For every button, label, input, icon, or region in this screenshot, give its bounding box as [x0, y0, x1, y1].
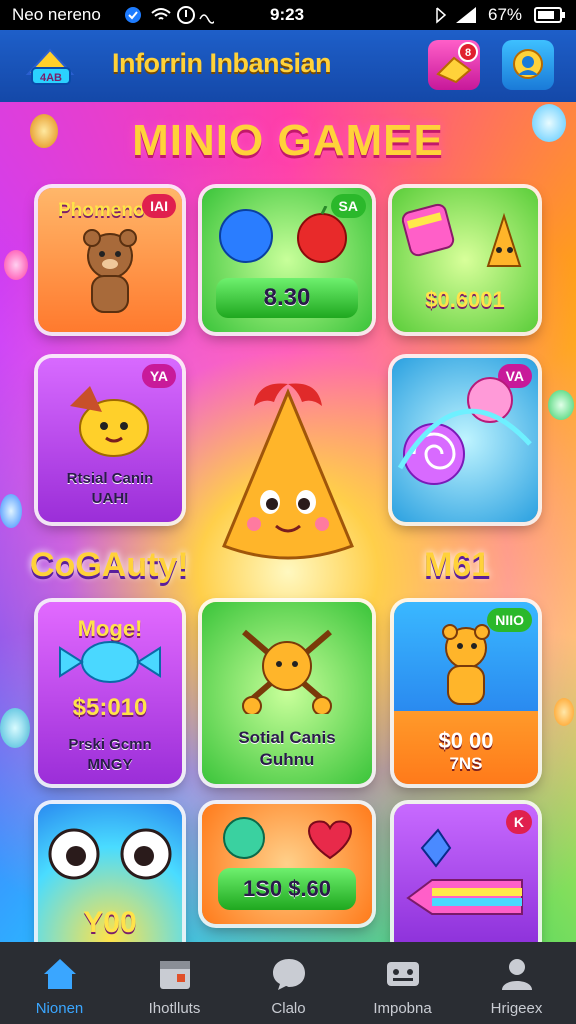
carrier-text: Neo nereno	[12, 5, 101, 24]
gem-decoration	[0, 708, 30, 748]
nav-item-chat[interactable]: Clalo	[231, 942, 346, 1024]
pudding-character-icon	[70, 386, 149, 457]
game-card[interactable]: 1S0 $.60	[202, 804, 372, 924]
card-caption: Prski Gcmn	[68, 736, 152, 753]
nav-label: Nionen	[35, 1000, 84, 1017]
battery-icon	[534, 7, 565, 23]
nav-item-games[interactable]: Impobna	[345, 942, 460, 1024]
swirl-candy-icon	[397, 377, 532, 485]
card-price: 8.30	[216, 278, 358, 318]
fruit-icon	[219, 206, 347, 263]
nav-label: Hrigeex	[490, 1000, 543, 1017]
game-card[interactable]: VA	[392, 358, 538, 522]
card-caption-secondary: Guhnu	[259, 750, 315, 769]
app-logo[interactable]: 4AB	[22, 44, 78, 88]
nav-item-events[interactable]: Ihotlluts	[117, 942, 232, 1024]
game-card[interactable]: YA Rtsial Canin UAHI	[38, 358, 182, 522]
game-card[interactable]: NIIO $0 00 7NS	[394, 602, 538, 784]
card-price: Y00	[83, 906, 137, 939]
bear-icon	[83, 229, 137, 313]
gem-decoration	[0, 494, 22, 528]
card-caption-secondary: MNGY	[87, 756, 133, 773]
gem-decoration	[532, 104, 566, 142]
gem-decoration	[554, 698, 574, 726]
gem-decoration	[548, 390, 574, 420]
gem-candy-icon	[223, 817, 352, 860]
nav-label: Ihotlluts	[148, 1000, 201, 1017]
card-caption-secondary: 7NS	[449, 754, 483, 773]
rewards-button[interactable]: 8	[428, 40, 480, 90]
candy-icon	[402, 203, 522, 267]
app-title: Inforrin Inbansian	[112, 48, 332, 78]
notification-badge: 8	[465, 47, 471, 59]
logo-text: 4AB	[40, 72, 62, 84]
game-showcase: MINIO GAMEE Phomeno IAI SA 8.30 $0.6001 …	[0, 102, 576, 942]
card-price: 1S0 $.60	[218, 868, 356, 910]
bt-signal-icons	[436, 7, 476, 24]
card-price: $0.6001	[425, 287, 505, 312]
gem-decoration	[4, 250, 28, 280]
game-card[interactable]: SA 8.30	[202, 188, 372, 332]
puppy-icon	[242, 629, 332, 714]
profile-button[interactable]	[502, 40, 554, 90]
nav-label: Clalo	[271, 1000, 306, 1017]
calendar-icon	[160, 961, 190, 989]
nav-item-home[interactable]: Nionen	[2, 942, 117, 1024]
game-card[interactable]: K	[394, 804, 538, 942]
game-card[interactable]: $0.6001	[392, 188, 538, 332]
battery-percent: 67%	[488, 5, 523, 24]
gem-decoration	[30, 114, 58, 148]
nav-label: Impobna	[373, 1000, 432, 1017]
card-title: Moge!	[77, 616, 143, 641]
gift-icon: 8	[436, 42, 478, 84]
gamepad-icon	[387, 962, 419, 986]
game-card[interactable]: Y00	[38, 804, 182, 942]
card-tag: IAI	[142, 194, 176, 218]
card-caption-secondary: UAHI	[91, 490, 129, 507]
card-title: Phomeno	[58, 200, 145, 221]
wrapped-candy-icon	[59, 641, 161, 683]
card-caption: Sotial Canis	[238, 728, 336, 747]
showcase-title: MINIO GAMEE	[132, 116, 444, 165]
profile-icon	[502, 959, 532, 990]
clock: 9:23	[270, 5, 305, 24]
chat-icon	[273, 959, 305, 990]
dancing-bear-icon	[442, 624, 490, 705]
user-icon	[513, 49, 543, 79]
rainbow-crystal-icon	[406, 828, 523, 915]
card-price: $0 00	[438, 728, 494, 753]
status-icons	[125, 6, 214, 24]
bottom-nav: Nionen Ihotlluts Clalo Impobna Hrigeex	[0, 942, 576, 1024]
card-caption: Rtsial Canin	[66, 470, 154, 487]
nav-item-profile[interactable]: Hrigeex	[459, 942, 574, 1024]
card-price: $5:010	[72, 694, 148, 721]
eyes-character-icon	[48, 828, 172, 880]
game-card[interactable]: Phomeno IAI	[38, 188, 182, 332]
home-icon	[44, 959, 76, 989]
mascot-character	[222, 383, 354, 560]
section-label: M61	[424, 546, 491, 584]
game-card[interactable]: Sotial Canis Guhnu	[202, 602, 372, 784]
section-label: CoGAuty!	[30, 546, 189, 584]
app-bar: 4AB Inforrin Inbansian 8	[0, 30, 576, 102]
status-bar: Neo nereno 9:23 67%	[0, 0, 576, 30]
game-card[interactable]: Moge! $5:010 Prski Gcmn MNGY	[38, 602, 182, 784]
